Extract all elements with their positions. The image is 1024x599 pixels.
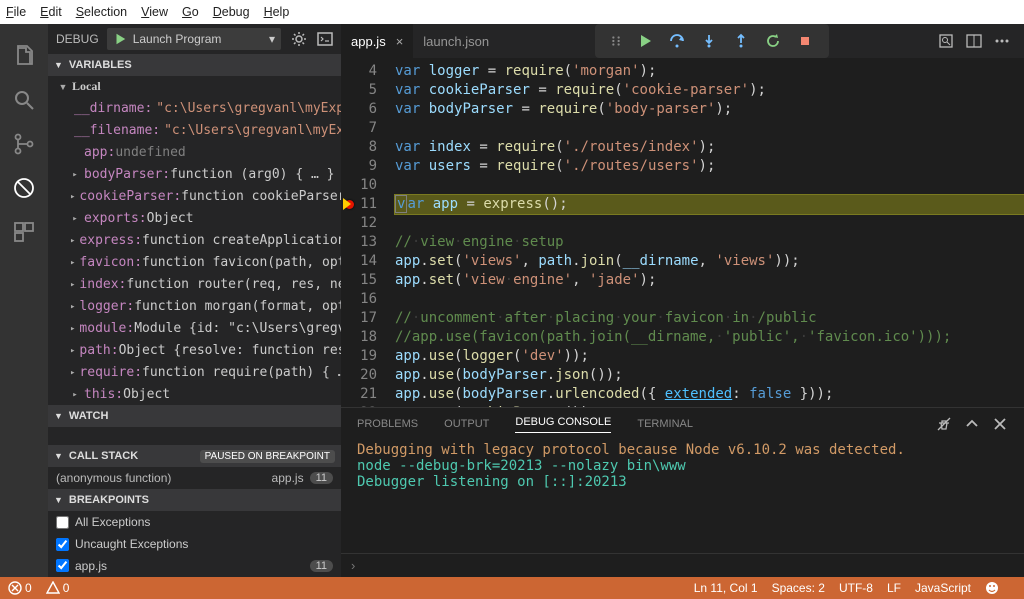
status-eol[interactable]: LF (887, 581, 901, 595)
editor-tabs: app.js× launch.json (341, 24, 1024, 58)
panel-tab-problems[interactable]: PROBLEMS (357, 418, 418, 430)
drag-handle-icon[interactable] (609, 34, 623, 48)
var-bodyparser[interactable]: ▸bodyParser:function (arg0) { … } (48, 164, 341, 186)
menu-debug[interactable]: Debug (213, 5, 250, 19)
checkbox[interactable] (56, 516, 69, 529)
var-index[interactable]: ▸index:function router(req, res, ne… (48, 274, 341, 296)
var-require[interactable]: ▸require:function require(path) { …… (48, 362, 341, 384)
var-logger[interactable]: ▸logger:function morgan(format, opt… (48, 296, 341, 318)
scope-local[interactable]: ▼Local (48, 76, 341, 98)
launch-config-name: Launch Program (133, 32, 263, 46)
stop-icon[interactable] (797, 33, 813, 49)
debug-sidepanel: DEBUG Launch Program ▾ ▼VARIABLES ▼Local… (48, 24, 341, 577)
menu-go[interactable]: Go (182, 5, 199, 19)
checkbox[interactable] (56, 559, 69, 572)
menubar: File Edit Selection View Go Debug Help (0, 0, 1024, 24)
var-module[interactable]: ▸module:Module {id: "c:\Users\gregv… (48, 318, 341, 340)
gear-icon[interactable] (291, 31, 307, 47)
panel-close-icon[interactable] (992, 416, 1008, 432)
bp-uncaught[interactable]: Uncaught Exceptions (48, 533, 341, 555)
var-this[interactable]: ▸this:Object (48, 384, 341, 405)
status-feedback-icon[interactable] (985, 581, 1002, 595)
step-over-icon[interactable] (669, 33, 685, 49)
files-icon[interactable] (12, 44, 36, 68)
var-dirname[interactable]: __dirname:"c:\Users\gregvanl\myExp… (48, 98, 341, 120)
clear-icon[interactable] (936, 416, 952, 432)
panel-tab-output[interactable]: OUTPUT (444, 418, 489, 430)
step-into-icon[interactable] (701, 33, 717, 49)
search-icon[interactable] (12, 88, 36, 112)
debug-console-input[interactable]: › (341, 553, 1024, 577)
var-cookieparser[interactable]: ▸cookieParser:function cookieParser… (48, 186, 341, 208)
console-line: Debugging with legacy protocol because N… (357, 442, 1008, 458)
status-lang[interactable]: JavaScript (915, 581, 971, 595)
paused-badge: PAUSED ON BREAKPOINT (200, 450, 335, 463)
panel-tab-terminal[interactable]: TERMINAL (637, 418, 693, 430)
var-app[interactable]: app:undefined (48, 142, 341, 164)
more-icon[interactable] (994, 33, 1010, 49)
callstack-header[interactable]: ▼CALL STACKPAUSED ON BREAKPOINT (48, 445, 341, 467)
panel-tab-debug-console[interactable]: DEBUG CONSOLE (515, 416, 611, 433)
continue-icon[interactable] (637, 33, 653, 49)
status-encoding[interactable]: UTF-8 (839, 581, 873, 595)
bottom-panel: PROBLEMS OUTPUT DEBUG CONSOLE TERMINAL D… (341, 407, 1024, 577)
find-icon[interactable] (938, 33, 954, 49)
debug-toolbar[interactable] (595, 24, 829, 58)
debug-label: DEBUG (56, 32, 99, 46)
git-icon[interactable] (12, 132, 36, 156)
tab-launch-json[interactable]: launch.json (413, 24, 499, 58)
status-ln-col[interactable]: Ln 11, Col 1 (694, 581, 758, 595)
breakpoints-header[interactable]: ▼BREAKPOINTS (48, 489, 341, 511)
console-line: Debugger listening on [::]:20213 (357, 474, 1008, 490)
activity-bar (0, 24, 48, 577)
variables-header[interactable]: ▼VARIABLES (48, 54, 341, 76)
launch-config-dropdown[interactable]: Launch Program ▾ (107, 28, 281, 50)
chevron-down-icon: ▾ (269, 32, 275, 46)
var-favicon[interactable]: ▸favicon:function favicon(path, opt… (48, 252, 341, 274)
bp-file[interactable]: app.js11 (48, 555, 341, 577)
var-path[interactable]: ▸path:Object {resolve: function res… (48, 340, 341, 362)
close-icon[interactable]: × (396, 34, 404, 49)
debug-icon[interactable] (12, 176, 36, 200)
status-errors[interactable]: 0 (8, 581, 32, 595)
var-filename[interactable]: __filename:"c:\Users\gregvanl\myEx… (48, 120, 341, 142)
menu-view[interactable]: View (141, 5, 168, 19)
var-exports[interactable]: ▸exports:Object (48, 208, 341, 230)
watch-header[interactable]: ▼WATCH (48, 405, 341, 427)
checkbox[interactable] (56, 538, 69, 551)
menu-selection[interactable]: Selection (76, 5, 127, 19)
code-editor[interactable]: 45678910111213141516171819202122 var log… (341, 58, 1024, 407)
step-out-icon[interactable] (733, 33, 749, 49)
stackframe[interactable]: (anonymous function) app.js 11 (48, 467, 341, 489)
extensions-icon[interactable] (12, 220, 36, 244)
play-icon[interactable] (113, 32, 127, 46)
restart-icon[interactable] (765, 33, 781, 49)
panel-up-icon[interactable] (964, 416, 980, 432)
bp-all-exceptions[interactable]: All Exceptions (48, 511, 341, 533)
tab-app-js[interactable]: app.js× (341, 24, 413, 58)
debug-console-icon[interactable] (317, 31, 333, 47)
console-line: node --debug-brk=20213 --nolazy bin\www (357, 458, 1008, 474)
status-spaces[interactable]: Spaces: 2 (772, 581, 825, 595)
split-editor-icon[interactable] (966, 33, 982, 49)
var-express[interactable]: ▸express:function createApplication… (48, 230, 341, 252)
status-warnings[interactable]: 0 (46, 581, 70, 595)
menu-file[interactable]: File (6, 5, 26, 19)
menu-help[interactable]: Help (264, 5, 290, 19)
status-bar: 0 0 Ln 11, Col 1 Spaces: 2 UTF-8 LF Java… (0, 577, 1024, 599)
menu-edit[interactable]: Edit (40, 5, 62, 19)
editor-area: app.js× launch.json 45678910111213141516… (341, 24, 1024, 577)
